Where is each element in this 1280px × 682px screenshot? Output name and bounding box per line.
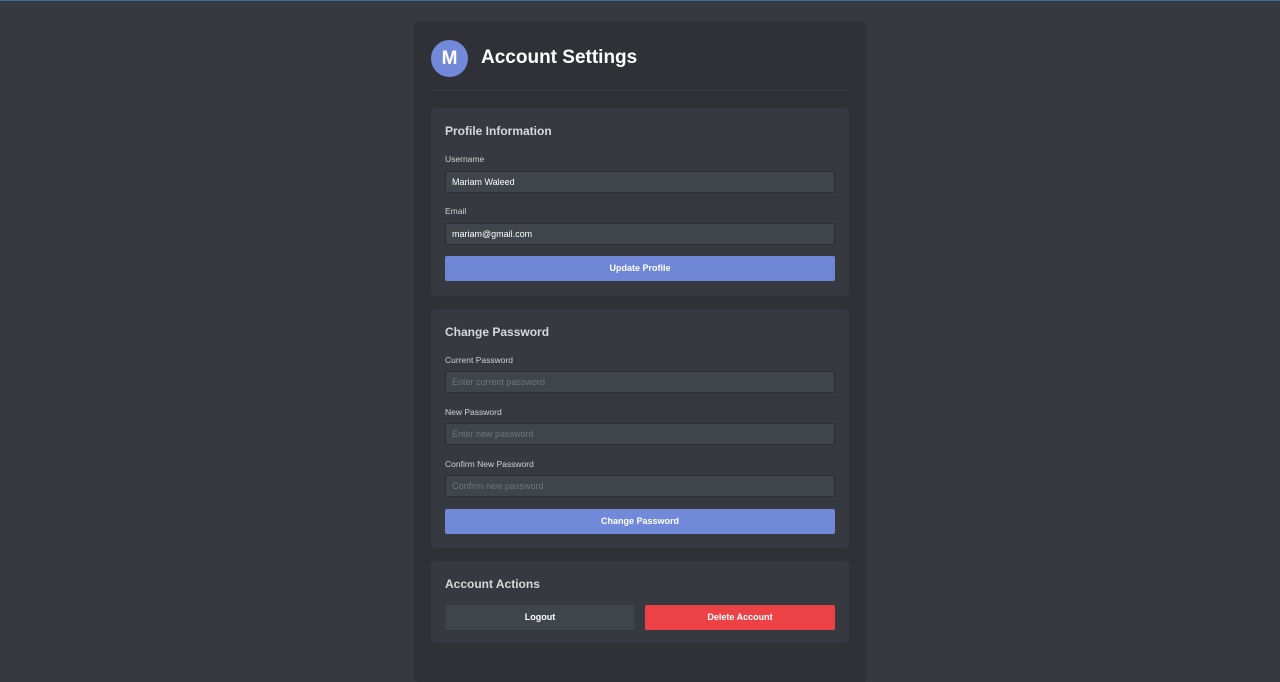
confirm-password-input[interactable] [445, 475, 835, 497]
app-window: M Account Settings Profile Information U… [0, 0, 1280, 682]
page-title: Account Settings [481, 47, 638, 68]
delete-account-button[interactable]: Delete Account [645, 605, 835, 630]
update-profile-button[interactable]: Update Profile [445, 256, 835, 281]
profile-section-title: Profile Information [445, 124, 552, 138]
logout-button[interactable]: Logout [445, 605, 635, 630]
change-password-section-title: Change Password [445, 325, 550, 339]
avatar[interactable]: M [431, 40, 468, 77]
username-input[interactable] [445, 171, 835, 193]
new-password-input[interactable] [445, 423, 835, 445]
email-label: Email [445, 206, 467, 216]
change-password-section: Change Password Current Password New Pas… [431, 309, 849, 548]
settings-panel: M Account Settings Profile Information U… [414, 22, 867, 682]
account-actions-section-title: Account Actions [445, 577, 540, 591]
current-password-input[interactable] [445, 371, 835, 393]
settings-header: M Account Settings [431, 40, 849, 91]
new-password-label: New Password [445, 407, 502, 417]
change-password-button[interactable]: Change Password [445, 509, 835, 534]
confirm-password-label: Confirm New Password [445, 459, 534, 469]
account-actions-section: Account Actions Logout Delete Account [431, 561, 849, 643]
username-label: Username [445, 154, 485, 164]
profile-section: Profile Information Username Email Updat… [431, 108, 849, 296]
email-input[interactable] [445, 223, 835, 245]
current-password-label: Current Password [445, 355, 514, 365]
